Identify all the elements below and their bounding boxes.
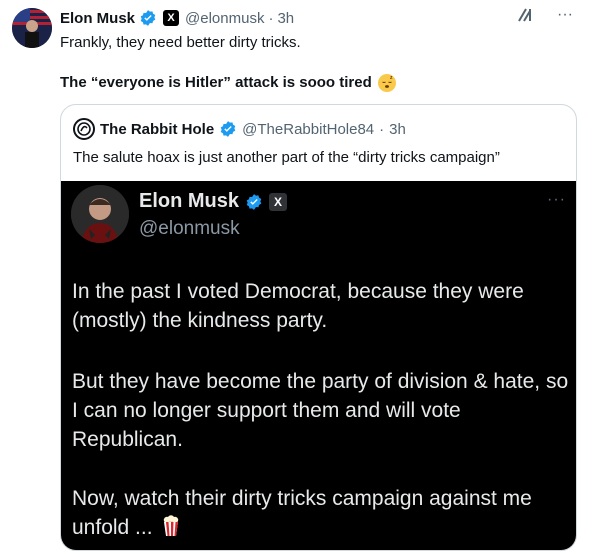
popcorn-emoji	[162, 515, 180, 537]
post-header: Elon Musk X @elonmusk · 3h	[60, 8, 294, 28]
media-avatar	[71, 185, 129, 243]
x-affiliate-icon: X	[163, 10, 180, 26]
separator-dot: ·	[379, 120, 385, 138]
quoted-tweet[interactable]: The Rabbit Hole @TheRabbitHole84 · 3h Th…	[60, 104, 577, 551]
sleepy-face-emoji: z	[377, 74, 396, 92]
x-affiliate-icon: X	[269, 192, 288, 211]
post-top-actions: ···	[514, 4, 576, 26]
quoted-time[interactable]: 3h	[389, 121, 406, 138]
media-paragraph-2: But they have become the party of divisi…	[72, 370, 569, 451]
quoted-text: The salute hoax is just another part of …	[73, 149, 500, 166]
media-paragraph-3-text: Now, watch their dirty tricks campaign a…	[72, 487, 532, 539]
verified-icon	[219, 120, 237, 138]
verified-icon	[245, 193, 263, 211]
media-author-handle: @elonmusk	[139, 218, 240, 239]
post-text-line1: Frankly, they need better dirty tricks.	[60, 34, 301, 51]
grok-icon[interactable]	[514, 4, 536, 26]
quoted-author-handle[interactable]: @TheRabbitHole84	[242, 121, 374, 138]
quoted-header: The Rabbit Hole @TheRabbitHole84 · 3h	[73, 118, 406, 140]
author-handle[interactable]: @elonmusk	[185, 10, 264, 27]
post-text-line2: The “everyone is Hitler” attack is sooo …	[60, 73, 396, 93]
author-name[interactable]: Elon Musk	[60, 10, 135, 27]
media-more-icon: ···	[547, 191, 566, 208]
verified-icon	[139, 9, 157, 27]
more-icon[interactable]: ···	[554, 4, 576, 26]
post-time[interactable]: 3h	[277, 10, 294, 27]
post-text-line2-label: The “everyone is Hitler” attack is sooo …	[60, 74, 372, 91]
media-paragraph-1: In the past I voted Democrat, because th…	[72, 280, 524, 332]
separator-dot: ·	[268, 9, 274, 27]
media-name-row: Elon Musk X	[139, 190, 288, 213]
media-author-name: Elon Musk	[139, 190, 240, 212]
quoted-avatar[interactable]	[73, 118, 95, 140]
media-paragraph-3: Now, watch their dirty tricks campaign a…	[72, 484, 572, 542]
quoted-author-name[interactable]: The Rabbit Hole	[100, 121, 214, 138]
tweet: Elon Musk X @elonmusk · 3h ··· Frankly, …	[0, 0, 592, 557]
quoted-media-image[interactable]: Elon Musk X @elonmusk ··· In the past I …	[61, 181, 576, 550]
avatar[interactable]	[12, 8, 52, 48]
avatar-image	[12, 8, 52, 48]
